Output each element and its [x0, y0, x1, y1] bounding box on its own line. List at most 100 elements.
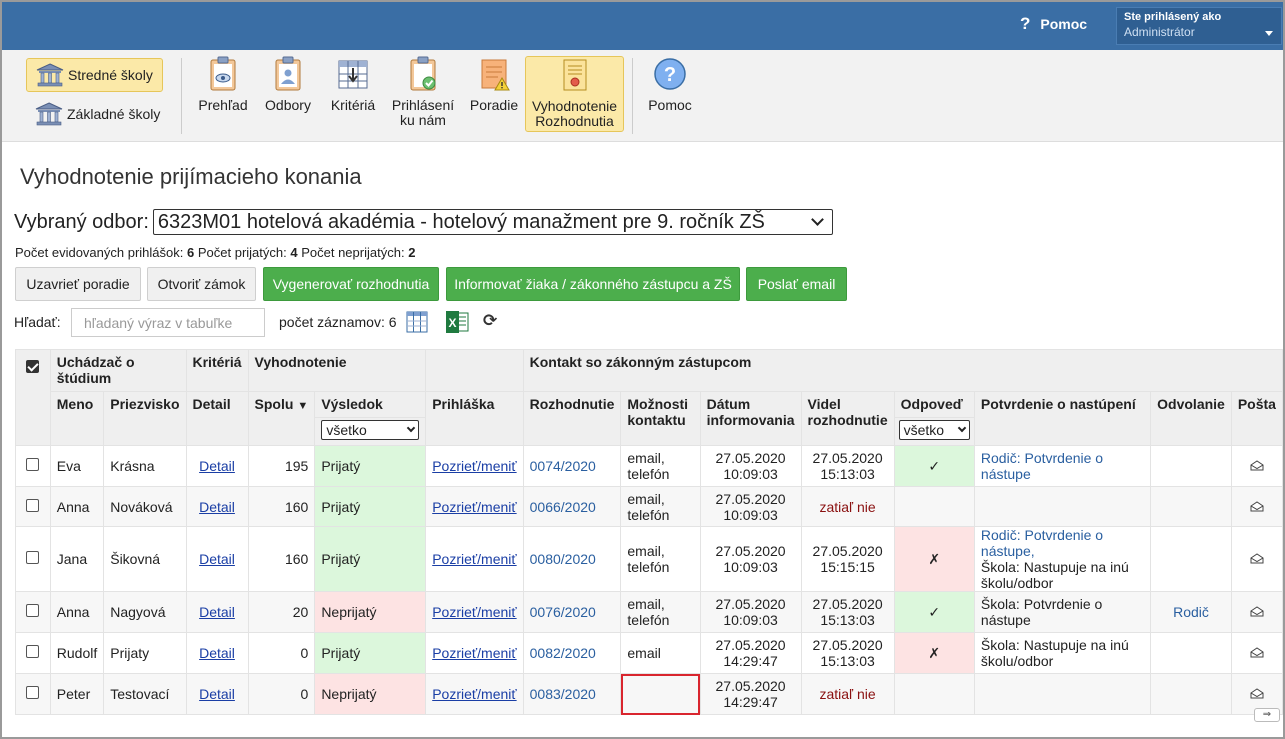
user-menu[interactable]: Ste prihlásený ako Administrátor: [1116, 7, 1282, 45]
search-input[interactable]: hľadaný výraz v tabuľke: [71, 308, 265, 337]
filter-odpoved-select[interactable]: všetko: [898, 420, 970, 440]
cell-meno: Jana: [49, 526, 105, 592]
decision-link[interactable]: 0076/2020: [530, 604, 596, 620]
user-caption: Ste prihlásený ako: [1124, 11, 1222, 23]
col-datum[interactable]: Dátum informovania: [699, 391, 802, 446]
cell-rozhodnutie: 0076/2020: [522, 591, 622, 633]
confirm-school-2: školu/odbor: [980, 653, 1054, 669]
col-odvolanie[interactable]: Odvolanie: [1150, 391, 1232, 446]
row-checkbox[interactable]: [26, 498, 40, 512]
envelope-icon[interactable]: [1250, 688, 1264, 699]
col-videl[interactable]: Videl rozhodnutie: [800, 391, 895, 446]
confirm-parent[interactable]: Rodič: Potvrdenie o nástupe: [981, 450, 1144, 482]
select-all-checkbox[interactable]: [26, 360, 40, 373]
detail-link[interactable]: Detail: [199, 499, 235, 515]
table-row: Rudolf Prijaty Detail 0 Prijatý Pozrieť/…: [15, 632, 1283, 674]
secondary-schools-button[interactable]: Stredné školy: [26, 58, 163, 92]
cell-odpoved: ✓: [893, 591, 975, 633]
seen-line2: 15:13:03: [820, 466, 875, 482]
row-select-cell: [15, 486, 51, 527]
envelope-icon[interactable]: [1250, 500, 1264, 512]
col-meno[interactable]: Meno: [49, 391, 105, 446]
cell-detail: Detail: [185, 673, 249, 715]
top-bar: ? Pomoc Ste prihlásený ako Administrátor: [2, 2, 1283, 50]
col-priezvisko[interactable]: Priezvisko: [103, 391, 187, 446]
cell-prihlaska: Pozrieť/meniť: [425, 673, 524, 715]
appeal-link[interactable]: Rodič: [1173, 604, 1209, 620]
vysledok-value: Prijatý: [321, 551, 361, 567]
contact-line1: email,: [627, 450, 665, 466]
envelope-icon[interactable]: [1250, 553, 1264, 564]
excel-icon[interactable]: X: [445, 311, 469, 333]
cell-meno: Eva: [49, 445, 105, 487]
cell-videl: 27.05.2020 15:13:03: [800, 445, 895, 487]
close-order-button[interactable]: Uzavrieť poradie: [15, 267, 141, 301]
application-link[interactable]: Pozrieť/meniť: [432, 458, 516, 474]
columns-icon[interactable]: [406, 311, 428, 333]
tool-order[interactable]: Poradie: [466, 56, 522, 132]
row-checkbox[interactable]: [26, 604, 40, 617]
cell-odvolanie: [1150, 445, 1232, 487]
tool-applicants[interactable]: Prihlásení ku nám: [389, 56, 457, 132]
decision-link[interactable]: 0083/2020: [530, 686, 596, 702]
col-odpoved[interactable]: Odpoveď: [893, 391, 975, 418]
tool-label: Vyhodnotenie: [531, 98, 618, 114]
application-link[interactable]: Pozrieť/meniť: [432, 551, 516, 567]
table-row: Anna Nagyová Detail 20 Neprijatý Pozrieť…: [15, 591, 1283, 633]
field-select[interactable]: 6323M01 hotelová akadémia - hotelový man…: [152, 209, 833, 235]
col-rozhodnutie[interactable]: Rozhodnutie: [522, 391, 622, 446]
application-link[interactable]: Pozrieť/meniť: [432, 604, 516, 620]
tool-help[interactable]: ? Pomoc: [642, 56, 698, 132]
col-spolu[interactable]: Spolu ▼: [247, 391, 316, 446]
row-checkbox[interactable]: [26, 551, 40, 564]
spolu-value: 160: [284, 551, 309, 567]
confirm-parent[interactable]: Rodič: Potvrdenie o nástupe,: [981, 527, 1144, 559]
primary-schools-label: Základné školy: [67, 106, 161, 122]
col-potvrdenie[interactable]: Potvrdenie o nastúpení: [973, 391, 1152, 446]
col-vysledok[interactable]: Výsledok: [314, 391, 427, 418]
results-table: Uchádzač o štúdium Kritériá Vyhodnotenie…: [15, 349, 1283, 715]
bank-icon: [36, 63, 64, 87]
tool-fields[interactable]: Odbory: [260, 56, 316, 132]
row-checkbox[interactable]: [26, 458, 40, 471]
main-toolbar: Stredné školy Základné školy Prehľad Odb…: [2, 50, 1283, 142]
col-moznosti[interactable]: Možnosti kontaktu: [620, 391, 701, 446]
envelope-icon[interactable]: [1250, 460, 1264, 471]
cell-videl: 27.05.2020 15:15:15: [800, 526, 895, 592]
clipboard-check-icon: [410, 56, 436, 91]
inform-button[interactable]: Informovať žiaka / zákonného zástupcu a …: [446, 267, 740, 301]
help-link[interactable]: ? Pomoc: [1020, 14, 1087, 34]
tool-criteria[interactable]: Kritériá: [324, 56, 382, 132]
cell-prihlaska: Pozrieť/meniť: [425, 632, 524, 674]
decision-link[interactable]: 0080/2020: [530, 551, 596, 567]
decision-link[interactable]: 0082/2020: [530, 645, 596, 661]
col-moznosti-l2: kontaktu: [627, 412, 686, 428]
detail-link[interactable]: Detail: [199, 686, 235, 702]
row-checkbox[interactable]: [26, 686, 40, 699]
generate-decisions-button[interactable]: Vygenerovať rozhodnutia: [263, 267, 439, 301]
open-lock-button[interactable]: Otvoriť zámok: [147, 267, 256, 301]
filter-vysledok-select[interactable]: všetko: [321, 420, 420, 440]
decision-link[interactable]: 0074/2020: [530, 458, 596, 474]
scroll-right-hint[interactable]: ⇒: [1254, 708, 1280, 722]
detail-link[interactable]: Detail: [199, 604, 235, 620]
row-checkbox[interactable]: [26, 645, 40, 658]
detail-link[interactable]: Detail: [199, 458, 235, 474]
detail-link[interactable]: Detail: [199, 551, 235, 567]
primary-schools-button[interactable]: Základné školy: [26, 97, 169, 131]
envelope-icon[interactable]: [1250, 647, 1264, 658]
contact-line1: email,: [627, 596, 665, 612]
date-line1: 27.05.2020: [715, 490, 786, 507]
refresh-icon[interactable]: ⟳: [483, 312, 499, 330]
envelope-icon[interactable]: [1250, 606, 1264, 617]
decision-link[interactable]: 0066/2020: [530, 499, 596, 515]
application-link[interactable]: Pozrieť/meniť: [432, 686, 516, 702]
application-link[interactable]: Pozrieť/meniť: [432, 499, 516, 515]
send-email-button[interactable]: Poslať email: [746, 267, 847, 301]
application-link[interactable]: Pozrieť/meniť: [432, 645, 516, 661]
cell-odvolanie: Rodič: [1150, 591, 1232, 633]
detail-link[interactable]: Detail: [199, 645, 235, 661]
response-mark: ✗: [928, 550, 941, 567]
tool-overview[interactable]: Prehľad: [192, 56, 254, 132]
tool-evaluation[interactable]: Vyhodnotenie Rozhodnutia: [525, 56, 624, 132]
